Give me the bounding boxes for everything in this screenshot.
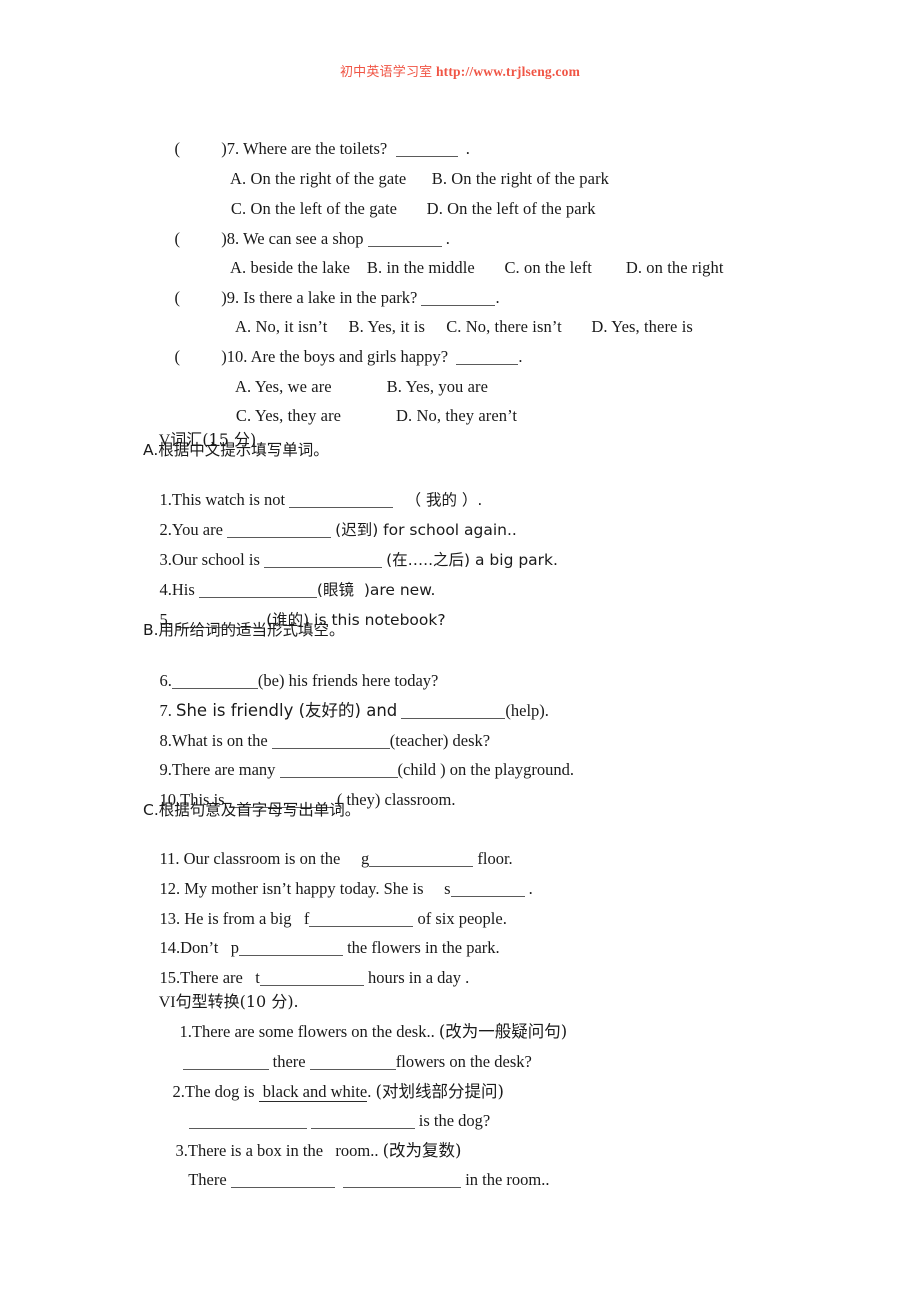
transform-item-3-answer: There in the room.. [172, 1150, 550, 1210]
site-url: http://www.trjlseng.com [435, 64, 581, 79]
question-10-option-d: D. No, they aren’t [396, 406, 518, 425]
site-name-chinese: 初中英语学习室 [339, 65, 433, 80]
question-9-option-d: D. Yes, there is [591, 317, 693, 336]
vocab-item-12-post: . [528, 879, 533, 898]
question-8-option-c: C. on the left [504, 258, 592, 277]
section-v-part-a-heading: A.根据中文提示填写单词。 [143, 441, 329, 459]
section-v-part-c-heading: C.根据句意及首字母写出单词。 [143, 801, 361, 819]
exam-paper-page: 初中英语学习室 http://www.trjlseng.com ( )7. Wh… [0, 0, 920, 1302]
question-10-options-row-2: C. Yes, they are D. No, they aren’t [219, 386, 517, 446]
question-7-option-d: D. On the left of the park [426, 199, 596, 218]
site-watermark-header: 初中英语学习室 http://www.trjlseng.com [0, 63, 920, 82]
vocab-item-7-hint: (help). [505, 701, 549, 720]
section-v-part-b-heading: B.用所给词的适当形式填空。 [143, 621, 345, 639]
transform-item-3-answer-post: in the room.. [465, 1170, 550, 1189]
transform-item-3-answer-pre: There [188, 1170, 227, 1189]
vocab-item-15-post: hours in a day . [367, 968, 470, 987]
transform-item-3-blank-2 [343, 1171, 462, 1188]
transform-item-3-blank-1 [230, 1171, 335, 1188]
question-8-option-d: D. on the right [625, 258, 724, 277]
